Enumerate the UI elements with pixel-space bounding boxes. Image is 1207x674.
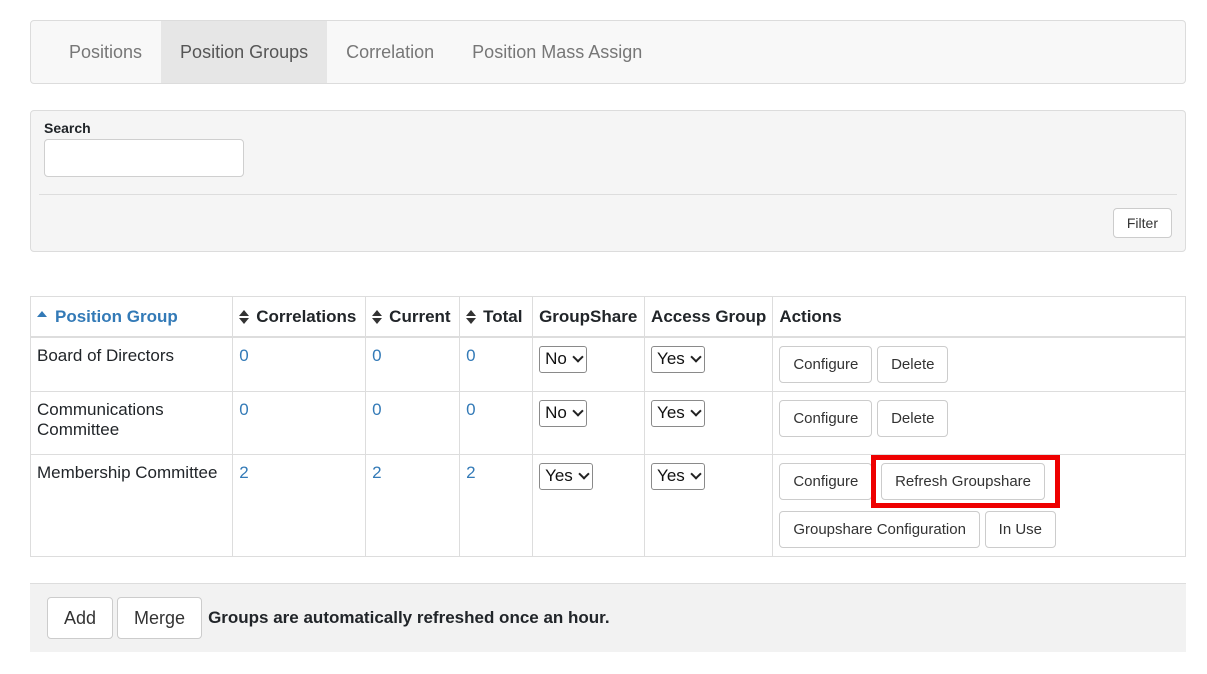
groupshare-select[interactable]: No [539, 345, 587, 373]
correlations-count-link[interactable]: 2 [239, 463, 248, 482]
groupshare-select[interactable]: Yes [539, 462, 593, 490]
sort-icon [372, 309, 383, 324]
highlight-box: Refresh Groupshare [871, 454, 1060, 508]
chevron-down-icon [690, 405, 702, 417]
group-name: Communications Committee [29, 390, 234, 455]
tab-position-groups[interactable]: Position Groups [161, 21, 328, 83]
groupshare-select[interactable]: No [539, 399, 587, 427]
position-groups-table: Position Group Correlations Current Tota… [29, 296, 1186, 557]
current-count-link[interactable]: 2 [372, 463, 381, 482]
header-groupshare: GroupShare [532, 296, 646, 338]
filter-button[interactable]: Filter [1112, 208, 1172, 238]
chevron-down-icon [572, 351, 584, 363]
merge-button[interactable]: Merge [117, 597, 203, 639]
delete-button[interactable]: Delete [877, 399, 949, 437]
access-group-select[interactable]: Yes [651, 399, 705, 427]
chevron-down-icon [690, 468, 702, 480]
configure-button[interactable]: Configure [779, 345, 873, 383]
sort-icon [239, 309, 250, 324]
add-button[interactable]: Add [47, 597, 114, 639]
header-correlations[interactable]: Correlations [232, 296, 367, 338]
search-divider [39, 194, 1177, 195]
chevron-down-icon [690, 351, 702, 363]
refresh-note: Groups are automatically refreshed once … [208, 608, 610, 627]
tab-correlation[interactable]: Correlation [327, 21, 453, 83]
total-count-link[interactable]: 0 [466, 400, 475, 419]
configure-button[interactable]: Configure [779, 399, 873, 437]
position-tabs: Positions Position Groups Correlation Po… [30, 20, 1186, 84]
footer-bar: Add Merge Groups are automatically refre… [30, 583, 1186, 652]
chevron-down-icon [572, 405, 584, 417]
sort-asc-icon [37, 310, 47, 317]
tab-positions[interactable]: Positions [50, 21, 161, 83]
correlations-count-link[interactable]: 0 [239, 400, 248, 419]
tab-position-mass-assign[interactable]: Position Mass Assign [453, 21, 661, 83]
sort-icon [466, 309, 477, 324]
delete-button[interactable]: Delete [877, 345, 949, 383]
chevron-down-icon [578, 468, 590, 480]
table-row: Membership Committee 2 2 2 Yes Yes Confi… [29, 453, 1186, 557]
refresh-groupshare-button[interactable]: Refresh Groupshare [881, 462, 1045, 500]
group-name: Board of Directors [29, 336, 234, 392]
search-input[interactable] [44, 139, 244, 177]
group-name: Membership Committee [29, 453, 234, 557]
search-panel: Search Filter [30, 110, 1186, 252]
total-count-link[interactable]: 0 [466, 346, 475, 365]
current-count-link[interactable]: 0 [372, 346, 381, 365]
correlations-count-link[interactable]: 0 [239, 346, 248, 365]
current-count-link[interactable]: 0 [372, 400, 381, 419]
header-access-group: Access Group [644, 296, 774, 338]
table-row: Board of Directors 0 0 0 No Yes Configur… [29, 336, 1186, 392]
header-position-group[interactable]: Position Group [29, 296, 234, 338]
configure-button[interactable]: Configure [779, 462, 873, 500]
access-group-select[interactable]: Yes [651, 462, 705, 490]
total-count-link[interactable]: 2 [466, 463, 475, 482]
groupshare-configuration-button[interactable]: Groupshare Configuration [779, 510, 980, 548]
access-group-select[interactable]: Yes [651, 345, 705, 373]
header-actions: Actions [772, 296, 1186, 338]
in-use-button[interactable]: In Use [984, 510, 1057, 548]
table-row: Communications Committee 0 0 0 No Yes Co… [29, 390, 1186, 455]
header-current[interactable]: Current [365, 296, 461, 338]
table-header-row: Position Group Correlations Current Tota… [29, 296, 1186, 338]
header-total[interactable]: Total [459, 296, 534, 338]
search-label: Search [44, 120, 91, 136]
